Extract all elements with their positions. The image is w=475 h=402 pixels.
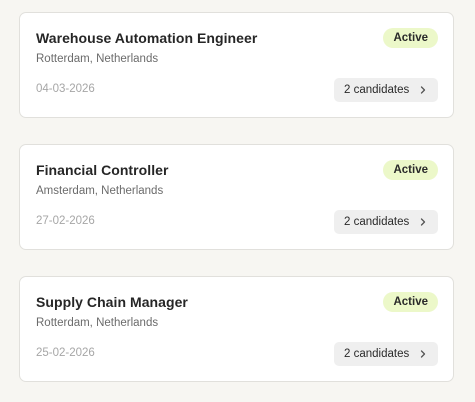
- job-title: Warehouse Automation Engineer: [36, 30, 258, 46]
- job-title: Supply Chain Manager: [36, 294, 188, 310]
- job-location: Rotterdam, Netherlands: [36, 53, 159, 65]
- job-location: Rotterdam, Netherlands: [36, 317, 159, 329]
- status-badge: Active: [383, 28, 438, 48]
- job-card[interactable]: Supply Chain Manager Rotterdam, Netherla…: [19, 276, 454, 382]
- job-card[interactable]: Financial Controller Amsterdam, Netherla…: [19, 144, 454, 250]
- status-badge: Active: [383, 160, 438, 180]
- candidates-button[interactable]: 2 candidates: [334, 210, 438, 234]
- job-card[interactable]: Warehouse Automation Engineer Rotterdam,…: [19, 12, 454, 118]
- chevron-right-icon: [420, 218, 426, 226]
- chevron-right-icon: [420, 350, 426, 358]
- candidates-button[interactable]: 2 candidates: [334, 78, 438, 102]
- candidates-count: 2 candidates: [344, 216, 410, 228]
- candidates-count: 2 candidates: [344, 348, 410, 360]
- job-location: Amsterdam, Netherlands: [36, 185, 164, 197]
- job-date: 04-03-2026: [36, 83, 95, 95]
- job-title: Financial Controller: [36, 162, 169, 178]
- job-date: 25-02-2026: [36, 347, 95, 359]
- status-badge: Active: [383, 292, 438, 312]
- candidates-button[interactable]: 2 candidates: [334, 342, 438, 366]
- candidates-count: 2 candidates: [344, 84, 410, 96]
- job-date: 27-02-2026: [36, 215, 95, 227]
- chevron-right-icon: [420, 86, 426, 94]
